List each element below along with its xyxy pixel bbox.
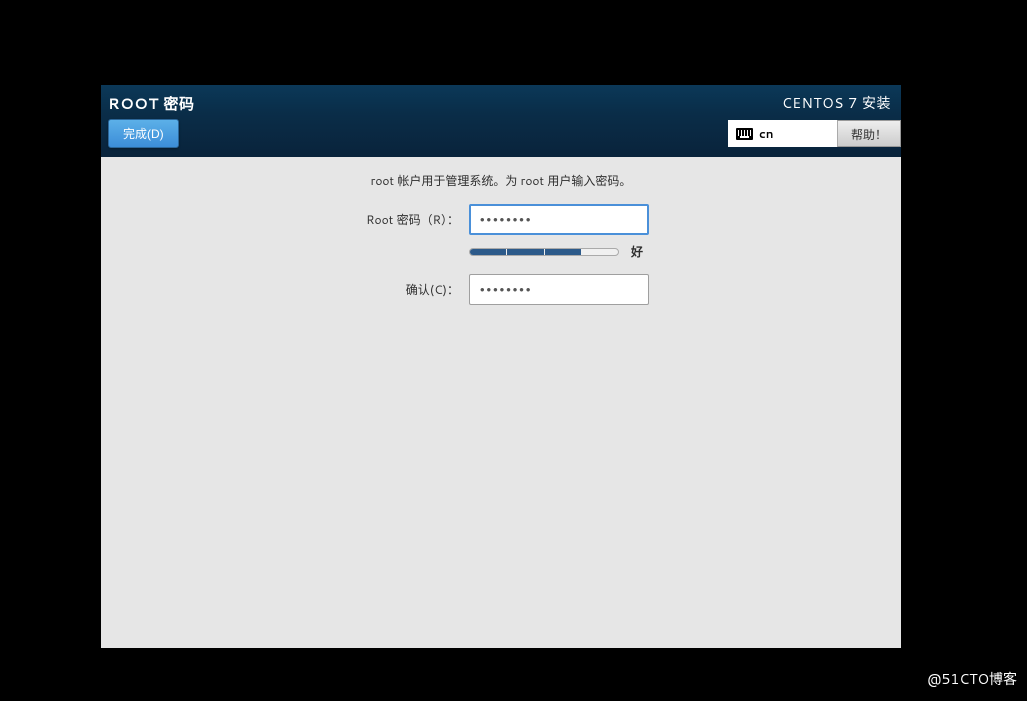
watermark: @51CTO博客: [927, 669, 1017, 689]
main-content: root 帐户用于管理系统。为 root 用户输入密码。 Root 密码（R）：…: [101, 157, 901, 328]
keyboard-icon: [736, 128, 753, 140]
strength-row: 好: [469, 243, 643, 260]
confirm-password-label: 确认(C)：: [359, 281, 469, 298]
description-text: root 帐户用于管理系统。为 root 用户输入密码。: [101, 172, 901, 189]
header: ROOT 密码 完成(D) CENTOS 7 安装 cn 帮助！: [101, 85, 901, 157]
root-password-label: Root 密码（R）：: [359, 211, 469, 228]
strength-meter: [469, 248, 619, 256]
strength-segment-4: [582, 249, 618, 255]
root-password-input[interactable]: [469, 204, 649, 235]
password-form: Root 密码（R）： 好 确认(C)：: [359, 204, 901, 313]
confirm-password-row: 确认(C)：: [359, 274, 649, 305]
confirm-password-input[interactable]: [469, 274, 649, 305]
installer-name: CENTOS 7 安装: [782, 93, 901, 113]
page-title: ROOT 密码: [108, 93, 195, 114]
header-right: CENTOS 7 安装 cn 帮助！: [728, 85, 901, 147]
done-button[interactable]: 完成(D): [108, 119, 179, 148]
strength-label: 好: [631, 243, 643, 260]
strength-segment-2: [507, 249, 544, 255]
header-left: ROOT 密码 完成(D): [101, 85, 195, 148]
header-toolbar: cn 帮助！: [728, 120, 901, 147]
installer-window: ROOT 密码 完成(D) CENTOS 7 安装 cn 帮助！ root 帐户…: [101, 85, 901, 648]
keyboard-layout: cn: [759, 125, 774, 142]
help-button[interactable]: 帮助！: [837, 120, 901, 147]
strength-segment-3: [545, 249, 582, 255]
root-password-row: Root 密码（R）：: [359, 204, 649, 235]
strength-segment-1: [470, 249, 507, 255]
keyboard-indicator[interactable]: cn: [728, 120, 837, 147]
